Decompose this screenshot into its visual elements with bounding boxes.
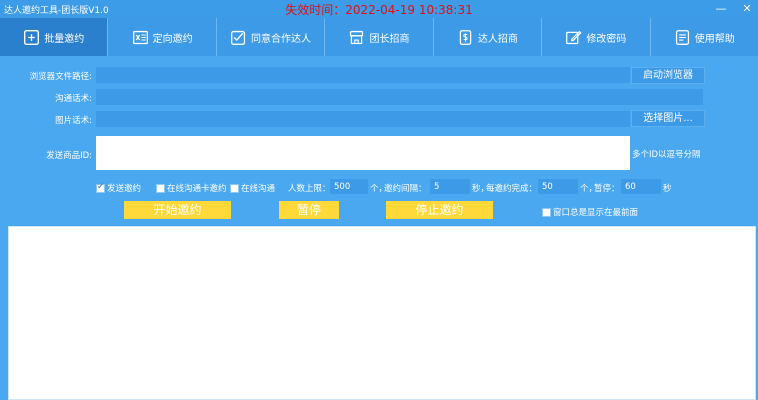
checkbox-box (542, 207, 551, 217)
script-input[interactable] (96, 89, 703, 105)
tab-batch-invite[interactable]: 批量邀约 (0, 18, 109, 56)
tab-label: 批量邀约 (44, 33, 85, 45)
checkbox-icon (231, 30, 246, 45)
close-button[interactable]: ✕ (736, 0, 758, 18)
tab-targeted-invite[interactable]: 定向邀约 (108, 18, 217, 56)
tab-leader-recruit[interactable]: 团长招商 (325, 18, 434, 56)
shop-icon (350, 30, 364, 44)
tab-bar: 批量邀约 定向邀约 同意合作达人 团长招商 达人招商 修改密码 使用帮助 (0, 18, 758, 56)
tab-change-password[interactable]: 修改密码 (542, 18, 651, 56)
batch-label: 每邀约完成： (486, 184, 538, 194)
dollar-phone-icon (459, 29, 472, 45)
send-invite-label: 发送邀约 (107, 184, 142, 194)
pause-input[interactable] (621, 179, 661, 194)
tab-label: 定向邀约 (152, 33, 193, 45)
tab-help[interactable]: 使用帮助 (651, 18, 758, 56)
always-on-top-checkbox[interactable]: 窗口总是显示在最前面 (542, 206, 638, 218)
interval-label: 邀约间隔： (384, 184, 427, 194)
tab-influencer-recruit[interactable]: 达人招商 (434, 18, 543, 56)
interval-input[interactable] (430, 179, 470, 194)
log-output-area[interactable] (8, 226, 756, 400)
tab-label: 使用帮助 (694, 33, 735, 45)
tab-label: 同意合作达人 (251, 33, 312, 45)
browser-path-input[interactable] (96, 67, 630, 83)
product-id-label: 发送商品ID: (46, 151, 92, 161)
online-card-checkbox[interactable]: 在线沟通卡邀约 (156, 182, 227, 194)
product-id-hint: 多个ID以逗号分隔 (632, 150, 701, 160)
online-chat-checkbox[interactable]: 在线沟通 (230, 182, 275, 194)
send-invite-checkbox[interactable]: 发送邀约 (96, 182, 141, 194)
excel-icon (132, 30, 148, 44)
image-script-input[interactable] (96, 111, 630, 127)
checkbox-box (96, 182, 105, 193)
tab-label: 修改密码 (586, 33, 627, 45)
tab-label: 团长招商 (369, 33, 410, 45)
max-people-label: 人数上限： (288, 184, 331, 194)
tab-agreed-partners[interactable]: 同意合作达人 (217, 18, 326, 56)
edit-icon (566, 30, 582, 44)
pause-label: 暂停： (594, 184, 620, 194)
checkbox-box (156, 183, 165, 193)
tab-label: 达人招商 (477, 33, 518, 45)
start-invite-button[interactable]: 开始邀约 (124, 201, 231, 219)
online-card-label: 在线沟通卡邀约 (167, 184, 227, 194)
title-bar: 达人邀约工具-团长版V1.0 失效时间：2022-04-19 10:38:31 … (0, 0, 758, 18)
pause-button[interactable]: 暂停 (279, 201, 339, 219)
pause-unit: 秒 (663, 184, 672, 194)
plus-square-icon (24, 29, 40, 45)
minimize-button[interactable]: — (710, 0, 732, 18)
start-browser-button[interactable]: 启动浏览器 (631, 67, 705, 84)
online-chat-label: 在线沟通 (241, 184, 276, 194)
max-people-input[interactable] (330, 179, 368, 194)
script-label: 沟通话术: (55, 94, 92, 104)
batch-input[interactable] (538, 179, 578, 194)
image-script-label: 图片话术: (55, 116, 92, 126)
stop-invite-button[interactable]: 停止邀约 (386, 201, 493, 219)
select-image-button[interactable]: 选择图片... (631, 110, 705, 127)
browser-path-label: 浏览器文件路径: (29, 72, 92, 82)
checkbox-box (230, 183, 239, 193)
expiry-time: 失效时间：2022-04-19 10:38:31 (285, 3, 473, 17)
always-on-top-label: 窗口总是显示在最前面 (553, 208, 639, 218)
product-id-input[interactable] (96, 136, 630, 170)
help-doc-icon (675, 29, 689, 45)
